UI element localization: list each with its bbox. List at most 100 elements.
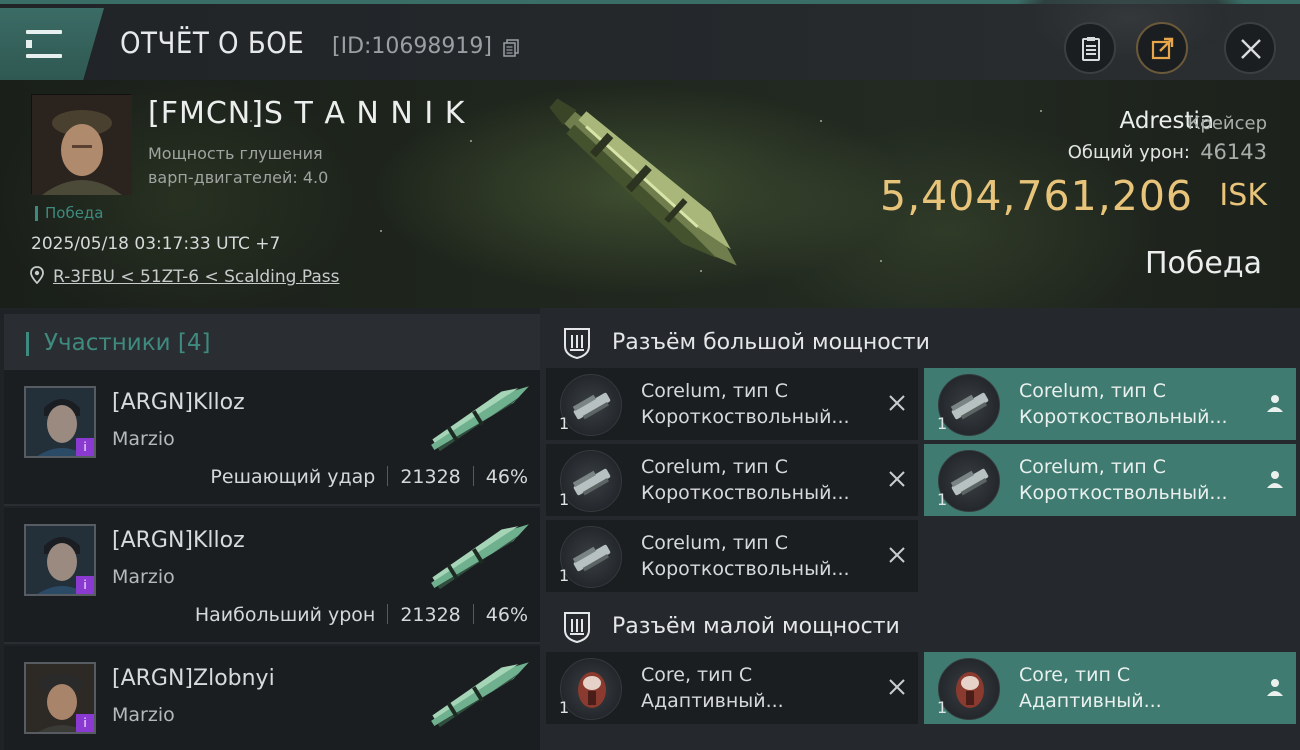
page-title: ОТЧЁТ О БОЕ [120,26,305,60]
module-quantity: 1 [559,490,570,509]
menu-icon [26,30,62,58]
participant-avatar[interactable]: i [24,386,96,458]
location-link[interactable]: R-3FBU < 51ZT-6 < Scalding Pass [53,267,340,287]
destroyed-x-icon [889,547,905,563]
module-type: Короткоствольный... [1019,406,1228,428]
copy-icon[interactable] [503,39,519,57]
battle-result: Победа [1145,246,1262,281]
participant-row[interactable]: i [ARGN]Klloz Marzio Наибольший урон 2132… [4,508,540,644]
module-icon [938,658,1000,720]
module-item[interactable]: 1 Core, тип С Адаптивный... [546,652,918,724]
accent-bar [26,332,29,356]
module-name: Core, тип С [1019,664,1131,686]
pilot-icon [1267,471,1283,488]
pilot-icon [1267,395,1283,412]
participant-stats: Наибольший урон 21328 46% [195,604,528,626]
module-icon [938,450,1000,512]
participant-ship-icon[interactable] [416,516,540,596]
participant-corp: Marzio [112,566,175,588]
module-type: Адаптивный... [641,690,784,712]
participant-damage: 21328 [400,604,461,626]
clipboard-button[interactable] [1064,22,1116,74]
pilot-badge-icon: i [76,438,94,456]
participant-role-label: Наибольший урон [194,604,376,626]
module-icon [560,526,622,588]
participant-percent: 46% [485,604,528,626]
module-name: Corelum, тип С [641,380,789,402]
battle-report-screen: ОТЧЁТ О БОЕ [ID:10698919] [FMCN]S T A N … [0,0,1300,750]
divider [472,466,474,486]
victory-tag: Победа [35,206,104,221]
total-damage-value: 46143 [1200,140,1267,164]
high-slot-header: Разъём большой мощности [540,314,1300,370]
participants-header[interactable]: Участники [4] [4,314,540,370]
module-item[interactable]: 1 Corelum, тип С Короткоствольный... [546,520,918,592]
destroyed-x-icon [889,471,905,487]
participant-ship-icon[interactable] [416,654,540,734]
participant-ship-icon[interactable] [416,378,540,458]
module-quantity: 1 [937,698,948,717]
participant-role-label: Решающий удар [210,466,376,488]
participant-row[interactable]: i [ARGN]Klloz Marzio Решающий удар 21328 4… [4,370,540,506]
participant-avatar[interactable]: i [24,662,96,734]
module-type: Коротк­оствольный... [641,406,850,428]
low-slot-icon [564,612,590,644]
divider [472,604,474,624]
participant-avatar[interactable]: i [24,524,96,596]
location-pin-icon [30,266,44,284]
module-icon [560,374,622,436]
participant-corp: Marzio [112,704,175,726]
module-name: Corelum, тип С [1019,456,1167,478]
participant-name[interactable]: [ARGN]Klloz [112,390,245,415]
isk-value: 5,404,761,206 [880,172,1193,220]
ship-class: Крейсер [1187,113,1267,134]
participant-row[interactable]: i [ARGN]Zlobnyi Marzio [4,646,540,750]
fitting-panel: Разъём большой мощности 1 Corelum, тип С… [540,308,1300,750]
low-slot-title: Разъём малой мощности [612,614,900,639]
module-name: Corelum, тип С [1019,380,1167,402]
module-item[interactable]: 1 Corelum, тип С Короткоствольный... [924,444,1296,516]
victim-stat-label: Мощность глушения [148,144,323,163]
participants-title: Участники [4] [44,330,211,356]
module-item[interactable]: 1 Core, тип С Адаптивный... [924,652,1296,724]
share-icon [1151,37,1174,60]
module-quantity: 1 [937,490,948,509]
victim-avatar[interactable] [31,94,132,195]
module-type: Короткоствольный... [1019,482,1228,504]
module-name: Corelum, тип С [641,532,789,554]
close-button[interactable] [1224,22,1276,74]
divider [387,466,389,486]
module-quantity: 1 [559,414,570,433]
module-name: Corelum, тип С [641,456,789,478]
battle-id: [ID:10698919] [332,34,492,59]
top-bar: ОТЧЁТ О БОЕ [ID:10698919] [0,0,1300,80]
participant-damage: 21328 [400,466,461,488]
module-icon [560,658,622,720]
total-damage-label: Общий урон: [1067,142,1190,163]
destroyed-x-icon [889,679,905,695]
module-type: Короткоствольный... [641,482,850,504]
module-item[interactable]: 1 Corelum, тип С Короткоствольный... [546,444,918,516]
station-decoration [1010,0,1250,74]
pilot-badge-icon: i [76,714,94,732]
module-quantity: 1 [937,414,948,433]
module-icon [560,450,622,512]
pilot-badge-icon: i [76,576,94,594]
participant-name[interactable]: [ARGN]Klloz [112,528,245,553]
share-button[interactable] [1136,22,1188,74]
module-type: Короткоствольный... [641,558,850,580]
destroyed-x-icon [889,395,905,411]
clipboard-icon [1082,37,1100,61]
module-item[interactable]: 1 Corelum, тип С Коротк­оствольный... [546,368,918,440]
close-icon [1241,39,1261,59]
victim-ship-image[interactable] [520,90,780,290]
participant-name[interactable]: [ARGN]Zlobnyi [112,666,275,691]
module-quantity: 1 [559,698,570,717]
module-icon [938,374,1000,436]
menu-button[interactable] [0,8,104,80]
battle-datetime: 2025/05/18 03:17:33 UTC +7 [31,234,281,254]
module-item[interactable]: 1 Corelum, тип С Короткоствольный... [924,368,1296,440]
module-quantity: 1 [559,566,570,585]
victim-name[interactable]: [FMCN]S T A N N I K [148,96,465,131]
participant-corp: Marzio [112,428,175,450]
